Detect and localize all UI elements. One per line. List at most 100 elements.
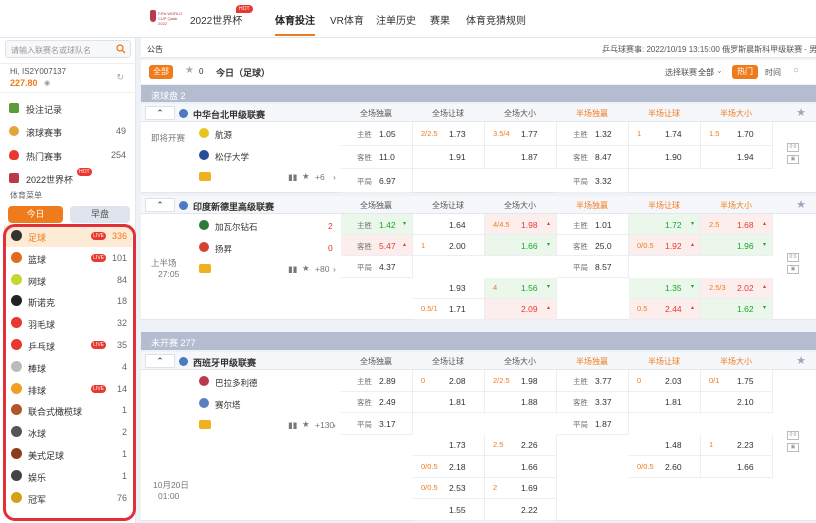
odds-cell[interactable]: 主胜 2.89	[341, 370, 413, 392]
favorite-icon[interactable]: ★	[302, 419, 310, 430]
odds-cell[interactable]: 1.55	[413, 499, 485, 521]
chart-icon[interactable]: ▮▮	[288, 264, 297, 275]
search-input[interactable]: 请输入联赛名或球队名	[5, 40, 131, 58]
odds-cell[interactable]: 客胜 3.37	[557, 391, 629, 413]
live-section-header[interactable]: 滚球盘 2	[141, 85, 816, 102]
menu-live-events[interactable]: 滚球赛事 49	[0, 121, 136, 141]
odds-cell[interactable]: 0/0.5 2.60	[629, 456, 701, 478]
odds-cell[interactable]: 客胜 2.49	[341, 391, 413, 413]
odds-cell[interactable]: 主胜 1.42 ▾	[341, 214, 413, 236]
menu-hot-events[interactable]: 热门赛事 254	[0, 145, 136, 165]
score-board-icon[interactable]: 0:0	[787, 143, 799, 153]
tv-icon[interactable]: ▣	[787, 265, 799, 274]
favorite-icon[interactable]: ★	[302, 171, 310, 182]
odds-cell[interactable]: 2 1.69	[485, 477, 557, 499]
tab-bet-history[interactable]: 注单历史	[376, 12, 416, 27]
odds-cell[interactable]: 1 2.00	[413, 235, 485, 257]
odds-cell[interactable]: 1.94	[701, 145, 773, 169]
odds-cell[interactable]: 2.5/3 2.02 ▴	[701, 277, 773, 299]
odds-cell[interactable]: 1.62 ▾	[701, 298, 773, 320]
odds-cell[interactable]: 4/4.5 1.98 ▴	[485, 214, 557, 236]
odds-cell[interactable]: 0/0.5 1.92 ▴	[629, 235, 701, 257]
more-markets[interactable]: +80	[315, 264, 329, 274]
odds-cell[interactable]: 1.66	[701, 456, 773, 478]
odds-cell[interactable]: 2/2.5 1.98	[485, 370, 557, 392]
odds-cell[interactable]: 1.87	[485, 145, 557, 169]
league-header[interactable]: ⌃ 西班牙甲级联赛 全场独赢 全场让球 全场大小 半场独赢 半场让球 半场大小 ★	[141, 352, 816, 370]
today-button[interactable]: 今日	[8, 206, 63, 223]
favorite-star-icon[interactable]: ★	[796, 354, 806, 367]
menu-bet-records[interactable]: 投注记录	[0, 98, 136, 118]
odds-cell[interactable]: 主胜 1.32	[557, 122, 629, 146]
refresh-icon[interactable]: ↻	[116, 72, 124, 83]
odds-cell[interactable]: 1.5 1.70	[701, 122, 773, 146]
odds-cell[interactable]: 1.66 ▾	[485, 235, 557, 257]
odds-cell[interactable]: 1 1.74	[629, 122, 701, 146]
odds-cell[interactable]: 1.93	[413, 277, 485, 299]
odds-cell[interactable]: 1.81	[413, 391, 485, 413]
odds-cell[interactable]: 2.10	[701, 391, 773, 413]
odds-cell[interactable]: 1.90	[629, 145, 701, 169]
odds-cell[interactable]: 0/0.5 2.18	[413, 456, 485, 478]
tab-sports-betting[interactable]: 体育投注	[275, 12, 315, 36]
odds-cell[interactable]: 1.96 ▾	[701, 235, 773, 257]
star-icon[interactable]: ★	[185, 65, 194, 76]
favorite-star-icon[interactable]: ★	[796, 198, 806, 211]
stats-icon[interactable]	[199, 420, 211, 429]
eye-icon[interactable]: ◉	[44, 79, 50, 87]
favorite-star-icon[interactable]: ★	[796, 106, 806, 119]
odds-cell[interactable]: 主胜 1.01	[557, 214, 629, 236]
all-button[interactable]: 全部	[149, 65, 173, 79]
odds-cell[interactable]: 1.73	[413, 434, 485, 456]
odds-cell[interactable]: 1.81	[629, 391, 701, 413]
odds-cell[interactable]: 平局 3.32	[557, 169, 629, 193]
tab-vr-sports[interactable]: VR体育	[330, 12, 364, 27]
stats-icon[interactable]	[199, 264, 211, 273]
chevron-down-icon[interactable]: ⌄	[716, 66, 723, 75]
odds-cell[interactable]: 1.48	[629, 434, 701, 456]
odds-cell[interactable]: 0/0.5 2.53	[413, 477, 485, 499]
odds-cell[interactable]: 2/2.5 1.73	[413, 122, 485, 146]
odds-cell[interactable]: 主胜 1.05	[341, 122, 413, 146]
odds-cell[interactable]: 0.5 2.44 ▴	[629, 298, 701, 320]
odds-cell[interactable]: 1.35 ▾	[629, 277, 701, 299]
odds-cell[interactable]: 0 2.08	[413, 370, 485, 392]
odds-cell[interactable]: 3.5/4 1.77	[485, 122, 557, 146]
odds-cell[interactable]: 1.91	[413, 145, 485, 169]
league-select[interactable]: 全部	[698, 67, 714, 78]
odds-cell[interactable]: 1.88	[485, 391, 557, 413]
score-board-icon[interactable]: 0:0	[787, 431, 799, 441]
odds-cell[interactable]: 0/1 1.75	[701, 370, 773, 392]
tv-icon[interactable]: ▣	[787, 155, 799, 165]
odds-cell[interactable]: 0.5/1 1.71	[413, 298, 485, 320]
world-cup-label[interactable]: 2022世界杯	[190, 12, 242, 27]
odds-cell[interactable]: 平局 3.17	[341, 413, 413, 435]
odds-cell[interactable]: 客胜 8.47	[557, 145, 629, 169]
odds-cell[interactable]: 客胜 5.47 ▴	[341, 235, 413, 257]
odds-cell[interactable]: 1.72 ▾	[629, 214, 701, 236]
world-cup-logo[interactable]: FIFA WORLD CUP Qatar 2022	[148, 9, 184, 29]
favorite-icon[interactable]: ★	[302, 263, 310, 274]
odds-cell[interactable]: 2.09 ▴	[485, 298, 557, 320]
upcoming-section-header[interactable]: 未开赛 277	[141, 332, 816, 350]
odds-cell[interactable]: 1.64	[413, 214, 485, 236]
odds-cell[interactable]: 客胜 11.0	[341, 145, 413, 169]
hot-sort-button[interactable]: 热门	[732, 65, 758, 79]
odds-cell[interactable]: 平局 1.87	[557, 413, 629, 435]
time-sort-button[interactable]: 时间	[765, 67, 781, 78]
odds-cell[interactable]: 1 2.23	[701, 434, 773, 456]
tv-icon[interactable]: ▣	[787, 443, 799, 453]
odds-cell[interactable]: 平局 8.57	[557, 256, 629, 278]
menu-world-cup[interactable]: 2022世界杯 HOT	[0, 168, 136, 188]
odds-cell[interactable]: 平局 6.97	[341, 169, 413, 193]
odds-cell[interactable]: 客胜 25.0	[557, 235, 629, 257]
chart-icon[interactable]: ▮▮	[288, 172, 297, 183]
league-header[interactable]: ⌃ 中华台北甲级联赛 全场独赢 全场让球 全场大小 半场独赢 半场让球 半场大小 ★	[141, 104, 816, 122]
collapse-button[interactable]: ⌃	[145, 354, 175, 368]
settings-icon[interactable]: ○	[793, 65, 799, 76]
more-markets[interactable]: +130	[315, 420, 334, 430]
collapse-button[interactable]: ⌃	[145, 106, 175, 120]
odds-cell[interactable]: 2.5 2.26	[485, 434, 557, 456]
tab-results[interactable]: 赛果	[430, 12, 450, 27]
stats-icon[interactable]	[199, 172, 211, 181]
